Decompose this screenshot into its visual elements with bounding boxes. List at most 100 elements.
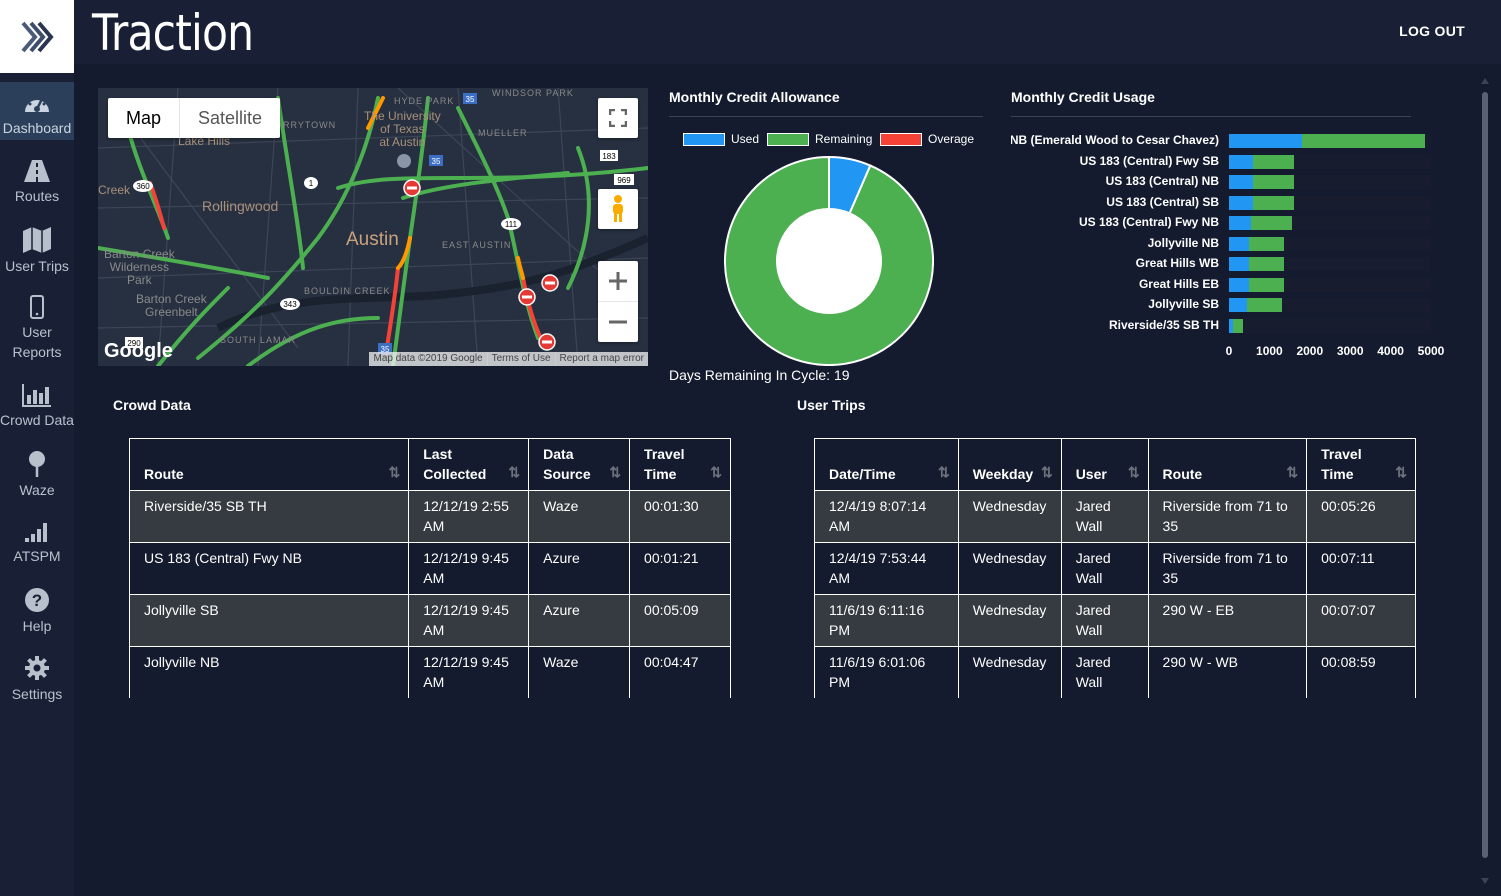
street-view-pegman-button[interactable]: [598, 189, 638, 229]
svg-text:111: 111: [505, 220, 518, 229]
column-header-route[interactable]: Route ⇅: [1147, 438, 1308, 491]
app-logo[interactable]: [0, 0, 74, 73]
user-trips-title: User Trips: [797, 397, 866, 413]
map-attribution: Map data ©2019 Google Terms of Use Repor…: [369, 352, 648, 366]
sidebar-item-label: User Trips: [5, 258, 69, 274]
sort-icon[interactable]: ⇅: [938, 462, 950, 482]
sort-icon[interactable]: ⇅: [1041, 462, 1053, 482]
sort-icon[interactable]: ⇅: [609, 462, 621, 482]
column-header-route[interactable]: Route ⇅: [128, 438, 410, 491]
legend-label: Remaining: [815, 132, 873, 146]
sort-icon[interactable]: ⇅: [389, 462, 401, 482]
days-remaining-label: Days Remaining In Cycle: 19: [669, 367, 850, 383]
x-axis-tick-label: 5000: [1417, 344, 1445, 358]
sidebar-item-user-trips[interactable]: User Trips: [0, 218, 74, 278]
zoom-in-button[interactable]: [598, 262, 638, 302]
table-row[interactable]: 12/4/19 7:53:44 AM Wednesday Jared Wall …: [814, 542, 1416, 595]
sidebar-item-crowd-data[interactable]: Crowd Data: [0, 374, 74, 434]
road-icon: [24, 160, 50, 182]
map-type-satellite-button[interactable]: Satellite: [180, 98, 280, 138]
report-map-error-link[interactable]: Report a map error: [554, 352, 648, 366]
bar-segment-remaining[interactable]: [1249, 257, 1284, 271]
legend-label: Used: [731, 132, 760, 146]
map-label: BOULDIN CREEK: [304, 286, 391, 296]
column-header-user[interactable]: User ⇅: [1060, 438, 1149, 491]
table-row[interactable]: Jollyville SB 12/12/19 9:45 AM Azure 00:…: [128, 594, 731, 647]
fullscreen-button[interactable]: [598, 98, 638, 138]
bar-segment-used[interactable]: [1229, 257, 1250, 271]
sidebar-item-dashboard[interactable]: Dashboard: [0, 82, 74, 140]
traffic-map[interactable]: 35 35 183 969 111 360 343 290 1 35 HYDE …: [98, 88, 648, 366]
terms-of-use-link[interactable]: Terms of Use: [486, 352, 555, 366]
bar-segment-remaining[interactable]: [1233, 318, 1244, 333]
sidebar-item-label: Routes: [14, 188, 60, 204]
bar-segment-used[interactable]: [1229, 175, 1254, 189]
bar-segment-remaining[interactable]: [1253, 195, 1294, 210]
zoom-out-button[interactable]: [598, 302, 638, 342]
signal-bars-icon: [25, 523, 47, 542]
bar-segment-remaining[interactable]: [1249, 277, 1284, 292]
map-label: Barton Creek Wilderness Park: [104, 247, 175, 287]
bar-category-label: US 183 (Central) NB: [1105, 174, 1219, 188]
bar-track: [1229, 318, 1431, 333]
column-header-date-time[interactable]: Date/Time ⇅: [814, 438, 959, 491]
sort-icon[interactable]: ⇅: [1286, 462, 1298, 482]
sort-icon[interactable]: ⇅: [710, 462, 722, 482]
sidebar-item-waze[interactable]: Waze: [0, 442, 74, 502]
map-label: Creek: [98, 183, 131, 197]
crowd-data-title: Crowd Data: [113, 397, 191, 413]
logout-button[interactable]: LOG OUT: [1399, 23, 1465, 39]
table-row[interactable]: Riverside/35 SB TH 12/12/19 2:55 AM Waze…: [128, 490, 731, 543]
map-pin-icon: [29, 451, 45, 477]
plus-icon: [609, 272, 627, 290]
bar-segment-used[interactable]: [1229, 277, 1250, 292]
bar-segment-remaining[interactable]: [1251, 216, 1292, 230]
table-row[interactable]: 11/6/19 6:11:16 PM Wednesday Jared Wall …: [814, 594, 1416, 647]
x-axis-tick-label: 4000: [1377, 344, 1404, 358]
sort-icon[interactable]: ⇅: [508, 462, 520, 482]
bar-category-label: Jollyville SB: [1148, 297, 1219, 311]
bar-segment-remaining[interactable]: [1301, 134, 1425, 148]
user-trips-table: Date/Time ⇅ Weekday ⇅ User ⇅ Route ⇅ Travel …: [814, 438, 1416, 698]
sort-icon[interactable]: ⇅: [1395, 462, 1407, 482]
column-header-weekday[interactable]: Weekday ⇅: [957, 438, 1062, 491]
sort-icon[interactable]: ⇅: [1128, 462, 1140, 482]
bar-segment-used[interactable]: [1229, 216, 1252, 230]
column-header-travel-time[interactable]: Travel Time ⇅: [1306, 438, 1416, 491]
sidebar-item-atspm[interactable]: ATSPM: [0, 510, 74, 570]
sidebar-item-routes[interactable]: Routes: [0, 150, 74, 210]
sidebar-item-user-reports[interactable]: User Reports: [0, 286, 74, 364]
map-type-map-button[interactable]: Map: [108, 98, 181, 138]
column-header-last-collected[interactable]: Last Collected ⇅: [408, 438, 530, 491]
sidebar-item-label: Help: [22, 618, 52, 634]
bar-segment-remaining[interactable]: [1247, 298, 1282, 312]
credit-allowance-title: Monthly Credit Allowance: [669, 89, 840, 105]
app-title: Traction: [92, 4, 254, 62]
bar-segment-used[interactable]: [1229, 195, 1254, 210]
bar-segment-used[interactable]: [1229, 298, 1248, 312]
sidebar-item-help[interactable]: ? Help: [0, 578, 74, 638]
svg-text:969: 969: [617, 176, 631, 185]
page-scrollbar[interactable]: [1481, 78, 1489, 884]
dashboard-gauge-icon: [25, 94, 49, 112]
bar-segment-used[interactable]: [1229, 236, 1250, 251]
legend-item-overage: Overage: [880, 132, 974, 146]
svg-text:360: 360: [136, 182, 150, 191]
table-row[interactable]: Jollyville NB 12/12/19 9:45 AM Waze 00:0…: [128, 646, 731, 698]
bar-segment-remaining[interactable]: [1253, 175, 1294, 189]
bar-segment-used[interactable]: [1229, 154, 1254, 169]
column-header-data-source[interactable]: Data Source ⇅: [528, 438, 631, 491]
sidebar-item-settings[interactable]: Settings: [0, 646, 74, 706]
map-label: ARRYTOWN: [276, 120, 337, 130]
table-row[interactable]: US 183 (Central) Fwy NB 12/12/19 9:45 AM…: [128, 542, 731, 595]
table-row[interactable]: 12/4/19 8:07:14 AM Wednesday Jared Wall …: [814, 490, 1416, 543]
bar-segment-remaining[interactable]: [1253, 154, 1294, 169]
sidebar-item-label: User Reports: [12, 324, 62, 360]
column-header-travel-time[interactable]: Travel Time ⇅: [629, 438, 731, 491]
svg-text:343: 343: [283, 300, 297, 309]
bar-segment-remaining[interactable]: [1249, 236, 1284, 251]
bar-segment-used[interactable]: [1229, 134, 1302, 148]
help-circle-icon: ?: [25, 588, 49, 612]
table-row[interactable]: 11/6/19 6:01:06 PM Wednesday Jared Wall …: [814, 646, 1416, 698]
sidebar-item-label: Dashboard: [2, 120, 72, 136]
